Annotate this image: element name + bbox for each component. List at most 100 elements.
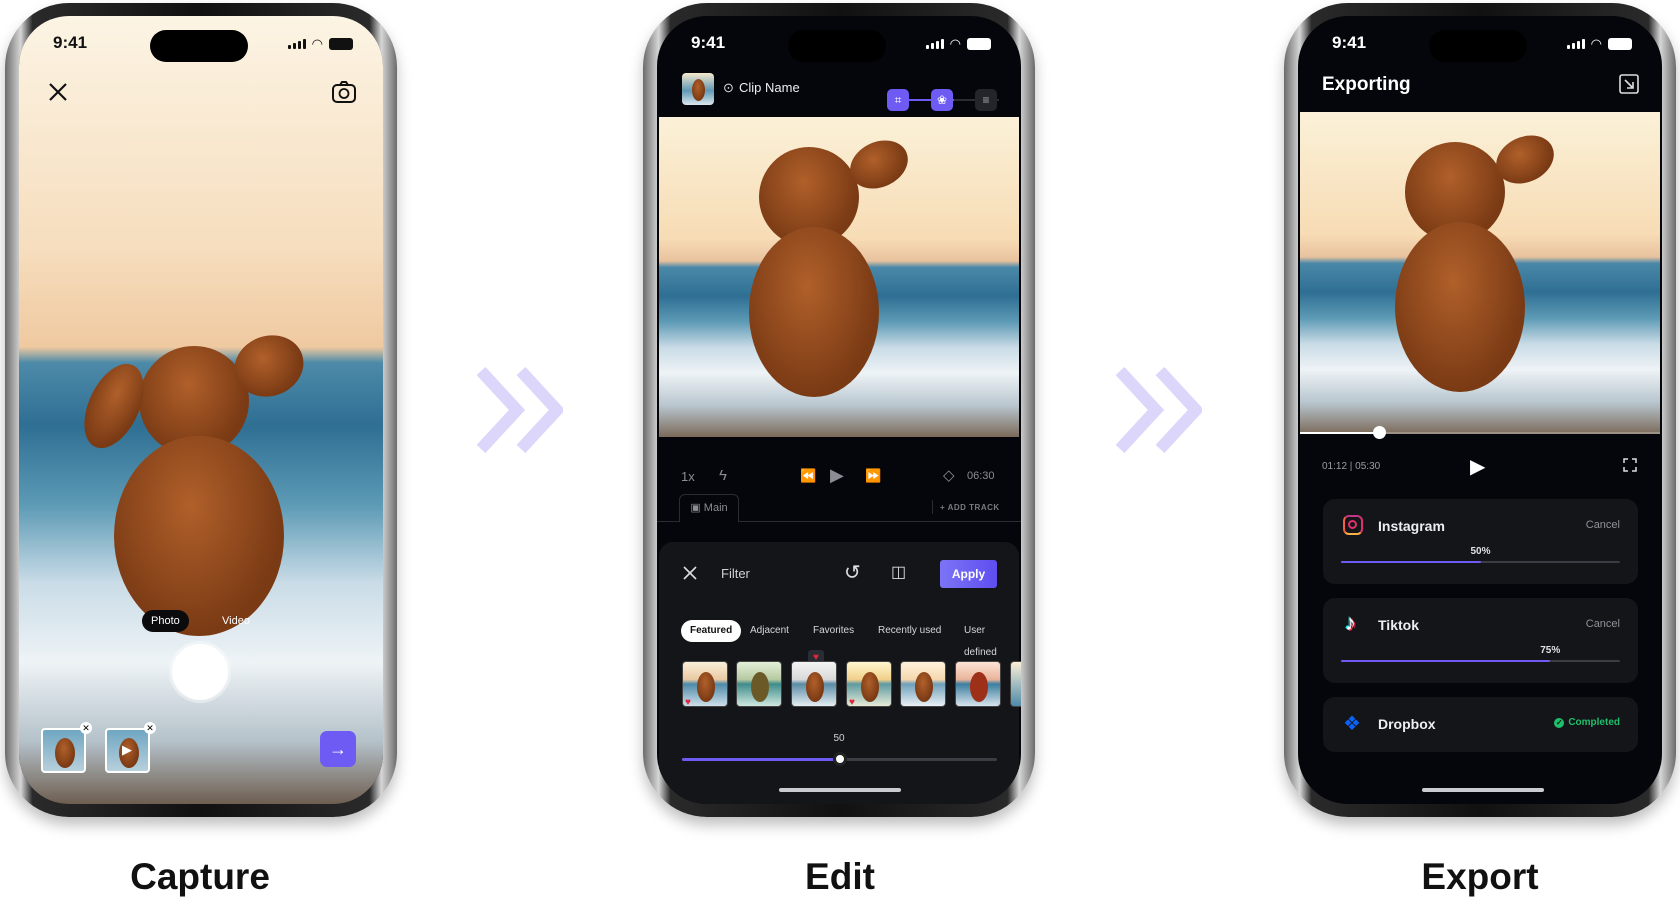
filter-tab-favorites[interactable]: Favorites: [804, 620, 863, 642]
filter-thumbnail[interactable]: [1010, 661, 1021, 707]
playback-knob[interactable]: [1373, 426, 1387, 439]
export-screen: 9:41 ◠ Exporting 01:12 | 05:30 ▶ Instagr…: [1298, 16, 1662, 804]
signal-icon: [287, 39, 306, 49]
keyframe-icon[interactable]: ◇: [943, 466, 955, 484]
clip-thumbnail[interactable]: [682, 73, 714, 105]
mode-photo[interactable]: Photo: [142, 610, 189, 632]
camera-flip-icon[interactable]: [331, 80, 357, 104]
instagram-icon: [1343, 515, 1363, 535]
remove-thumbnail-icon[interactable]: ✕: [80, 722, 92, 734]
dog-thumb: [806, 672, 824, 702]
playback-scrubber[interactable]: [1300, 426, 1660, 439]
edit-phone: 9:41 ◠ ⊙ Clip Name ⌗ ❀ ≡ 1x ϟ ⏪ ▶ ⏩ ◇ 06…: [643, 3, 1035, 817]
status-icons: ◠: [925, 36, 991, 52]
progress-fill: [1341, 660, 1551, 662]
intensity-slider[interactable]: [682, 752, 997, 766]
rewind-icon[interactable]: ⏪: [800, 468, 816, 484]
dog-thumb: [861, 672, 879, 702]
lightning-icon[interactable]: ϟ: [719, 467, 727, 484]
filter-tab-user-defined[interactable]: User defined: [955, 620, 1019, 658]
remove-thumbnail-icon[interactable]: ✕: [144, 722, 156, 734]
cancel-button[interactable]: Cancel: [1586, 618, 1620, 630]
fullscreen-icon[interactable]: [1623, 458, 1637, 472]
favorite-heart-icon: ♥: [685, 697, 691, 708]
destination-name: Dropbox: [1378, 716, 1436, 732]
apply-button[interactable]: Apply: [940, 560, 997, 588]
instagram-lens: [1348, 520, 1357, 529]
video-preview: [1300, 112, 1660, 434]
dynamic-island: [150, 30, 248, 62]
timecode: 01:12 | 05:30: [1322, 461, 1381, 472]
speed-button[interactable]: 1x: [681, 469, 695, 484]
dog-thumb: [751, 672, 769, 702]
adjust-tool-button[interactable]: ≡: [975, 89, 997, 111]
dynamic-island: [1429, 30, 1527, 62]
dog-thumb: [970, 672, 988, 702]
filter-thumbnail[interactable]: [900, 661, 946, 707]
edit-label: Edit: [805, 856, 875, 897]
wifi-icon: ◠: [311, 36, 323, 51]
play-icon[interactable]: ▶: [1470, 454, 1485, 479]
add-track-button[interactable]: + ADD TRACK: [940, 503, 1000, 512]
progress-bar: [1341, 660, 1620, 662]
panel-title: Filter: [721, 566, 750, 581]
progress-label: 75%: [1540, 645, 1561, 656]
page-title: Exporting: [1322, 74, 1411, 95]
filter-tab-adjacent[interactable]: Adjacent: [741, 620, 798, 642]
intensity-fill: [682, 758, 840, 761]
dog-thumb: [55, 738, 75, 768]
filter-thumbnail[interactable]: [955, 661, 1001, 707]
status-time: 9:41: [53, 33, 88, 52]
status-time: 9:41: [1332, 33, 1367, 52]
export-label: Export: [1421, 856, 1539, 897]
intensity-knob[interactable]: [832, 752, 847, 766]
filter-icon: ❀: [936, 93, 948, 107]
filter-tab-featured[interactable]: Featured: [681, 620, 742, 642]
video-icon: ▣: [690, 502, 704, 514]
chevron-right-icon: [1116, 367, 1202, 453]
fast-forward-icon[interactable]: ⏩: [865, 468, 881, 484]
close-icon[interactable]: [47, 81, 69, 103]
dropbox-icon: ❖: [1343, 713, 1361, 735]
undo-icon[interactable]: ↺: [844, 560, 861, 585]
next-button[interactable]: →: [320, 731, 356, 767]
video-preview: [659, 117, 1019, 437]
edit-screen: 9:41 ◠ ⊙ Clip Name ⌗ ❀ ≡ 1x ϟ ⏪ ▶ ⏩ ◇ 06…: [657, 16, 1021, 804]
filter-thumbnail[interactable]: [791, 661, 837, 707]
destination-name: Instagram: [1378, 518, 1445, 534]
dynamic-island: [788, 30, 886, 62]
battery-icon: [967, 38, 991, 50]
favorite-heart-icon: ♥: [849, 697, 855, 708]
filter-tool-button[interactable]: ❀: [931, 89, 953, 111]
play-icon[interactable]: ▶: [830, 465, 844, 486]
captured-thumbnail[interactable]: [41, 728, 86, 773]
export-card-dropbox: ❖ Dropbox ✓ Completed: [1323, 697, 1638, 752]
export-icon[interactable]: [1619, 74, 1639, 94]
status-time: 9:41: [691, 33, 726, 52]
crop-tool-button[interactable]: ⌗: [887, 89, 909, 111]
home-indicator: [1422, 788, 1544, 792]
tab-main[interactable]: ▣ Main: [679, 494, 739, 522]
dog-thumb: [915, 672, 933, 702]
battery-icon: [329, 38, 353, 50]
shutter-button[interactable]: [172, 644, 228, 700]
filter-thumbnail[interactable]: [736, 661, 782, 707]
dog-thumb: [692, 79, 705, 101]
sliders-icon: ≡: [982, 93, 990, 107]
mode-video[interactable]: Video: [213, 610, 259, 632]
status-icons: ◠: [1566, 36, 1632, 52]
divider: [932, 500, 933, 514]
progress-fill: [1341, 561, 1481, 563]
wifi-icon: ◠: [1590, 36, 1602, 51]
close-icon[interactable]: [683, 566, 697, 580]
filter-tab-recently-used[interactable]: Recently used: [869, 620, 950, 642]
compare-icon[interactable]: ◫: [891, 562, 906, 582]
captured-video-thumbnail[interactable]: ▶: [105, 728, 150, 773]
export-phone: 9:41 ◠ Exporting 01:12 | 05:30 ▶ Instagr…: [1284, 3, 1676, 817]
clip-name[interactable]: Clip Name: [739, 80, 800, 95]
cancel-button[interactable]: Cancel: [1586, 519, 1620, 531]
progress-label: 50%: [1470, 546, 1491, 557]
playback-fill: [1300, 432, 1380, 434]
signal-icon: [925, 39, 944, 49]
home-indicator: [779, 788, 901, 792]
